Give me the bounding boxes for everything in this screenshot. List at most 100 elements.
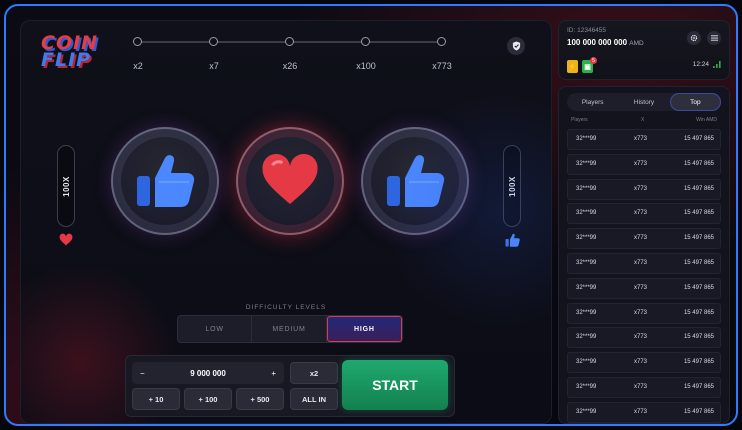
cell-x: x773 (634, 185, 648, 192)
cell-x: x773 (634, 309, 648, 316)
clock: 12:24 (692, 61, 709, 68)
cell-win: 15 497 865 (683, 235, 714, 242)
gear-icon (690, 34, 698, 42)
cell-player: 32***99 (576, 185, 597, 192)
heart-multiplier-meter: 100X (57, 145, 75, 227)
shield-icon (512, 41, 520, 51)
notification-badge: 5 (590, 57, 597, 64)
multiplier-dot (437, 37, 446, 46)
table-row: 32***99 x773 15 497 865 (567, 203, 721, 225)
multiplier-dot (133, 37, 142, 46)
cell-player: 32***99 (576, 334, 597, 341)
add-500-button[interactable]: + 500 (236, 388, 284, 410)
table-row: 32***99 x773 15 497 865 (567, 302, 721, 324)
cell-win: 15 497 865 (683, 359, 714, 366)
game-area: COIN FLIP x2 x7 x26 x100 x773 100X 100X (20, 20, 552, 424)
cell-x: x773 (634, 408, 648, 415)
cell-player: 32***99 (576, 136, 597, 142)
difficulty-high[interactable]: HIGH (326, 316, 402, 342)
table-row: 32***99 x773 15 497 865 (567, 377, 721, 398)
cell-x: x773 (634, 235, 648, 242)
add-10-button[interactable]: + 10 (132, 388, 180, 410)
multiplier-dot (361, 37, 370, 46)
cell-win: 15 497 865 (683, 334, 714, 341)
cell-win: 15 497 865 (683, 210, 714, 217)
cell-x: x773 (634, 136, 648, 142)
cell-player: 32***99 (576, 309, 597, 316)
tab-history[interactable]: History (618, 93, 669, 111)
multiplier-label: x100 (356, 61, 376, 71)
cell-x: x773 (634, 334, 648, 341)
side-panel: ID: 12346455 100 000 000 000 AMD ⚡ ▣ 5 1… (558, 20, 730, 424)
app-frame: COIN FLIP x2 x7 x26 x100 x773 100X 100X (4, 4, 738, 426)
cell-win: 15 497 865 (683, 309, 714, 316)
cell-win: 15 497 865 (683, 185, 714, 192)
thumbs-up-icon (137, 155, 195, 207)
coin-center[interactable] (236, 127, 344, 235)
increase-bet-button[interactable]: + (271, 369, 276, 378)
tab-players[interactable]: Players (567, 93, 618, 111)
difficulty-medium[interactable]: MEDIUM (252, 316, 327, 342)
thumbs-up-icon (387, 155, 445, 207)
bonus-icon[interactable]: ⚡ (567, 60, 578, 73)
multiplier-label: x26 (282, 61, 298, 71)
like-multiplier-meter: 100X (503, 145, 521, 227)
thumbs-up-icon (505, 233, 520, 250)
table-row: 32***99 x773 15 497 865 (567, 153, 721, 175)
heart-icon (59, 233, 73, 249)
cell-x: x773 (634, 359, 648, 366)
all-in-button[interactable]: ALL IN (290, 388, 338, 410)
leaderboard-tabs: Players History Top (567, 93, 721, 111)
logo: COIN FLIP (41, 32, 99, 71)
multiplier-label: x773 (432, 61, 452, 71)
multiplier-label: x2 (133, 61, 143, 71)
table-row: 32***99 x773 15 497 865 (567, 277, 721, 299)
cell-x: x773 (634, 284, 648, 291)
cell-player: 32***99 (576, 359, 597, 366)
account-card: ID: 12346455 100 000 000 000 AMD ⚡ ▣ 5 1… (558, 20, 730, 80)
signal-icon (713, 61, 721, 68)
user-id: ID: 12346455 (567, 27, 607, 34)
cell-win: 15 497 865 (683, 136, 714, 142)
cell-win: 15 497 865 (683, 260, 714, 266)
coin-left[interactable] (111, 127, 219, 235)
tab-top[interactable]: Top (669, 93, 721, 111)
difficulty-selector: LOW MEDIUM HIGH (177, 315, 403, 343)
double-bet-button[interactable]: x2 (290, 362, 338, 384)
fairness-button[interactable] (507, 37, 525, 55)
settings-button[interactable] (687, 31, 701, 45)
table-row: 32***99 x773 15 497 865 (567, 129, 721, 150)
balance: 100 000 000 000 AMD (567, 38, 644, 47)
start-button[interactable]: START (342, 360, 448, 410)
cell-win: 15 497 865 (683, 160, 714, 167)
menu-button[interactable] (707, 31, 721, 45)
table-row: 32***99 x773 15 497 865 (567, 228, 721, 250)
add-100-button[interactable]: + 100 (184, 388, 232, 410)
multiplier-dot (285, 37, 294, 46)
cell-player: 32***99 (576, 384, 597, 390)
cell-player: 32***99 (576, 408, 597, 415)
heart-icon (262, 153, 318, 204)
leaderboard: Players History Top Players X Win AMD 32… (558, 86, 730, 424)
bet-amount-stepper[interactable]: − 9 000 000 + (132, 362, 284, 384)
table-row: 32***99 x773 15 497 865 (567, 253, 721, 274)
table-row: 32***99 x773 15 497 865 (567, 178, 721, 200)
cell-x: x773 (634, 210, 648, 217)
difficulty-low[interactable]: LOW (178, 316, 253, 342)
cell-player: 32***99 (576, 284, 597, 291)
cell-player: 32***99 (576, 260, 597, 266)
cell-win: 15 497 865 (683, 384, 714, 390)
cell-x: x773 (634, 160, 648, 167)
cell-win: 15 497 865 (683, 284, 714, 291)
decrease-bet-button[interactable]: − (140, 369, 145, 378)
cell-x: x773 (634, 260, 648, 266)
bet-amount-value[interactable]: 9 000 000 (190, 369, 226, 378)
table-row: 32***99 x773 15 497 865 (567, 401, 721, 423)
coin-right[interactable] (361, 127, 469, 235)
cell-x: x773 (634, 384, 648, 390)
multiplier-dot (209, 37, 218, 46)
menu-icon (710, 35, 718, 41)
difficulty-label: DIFFICULTY LEVELS (245, 304, 327, 311)
cell-player: 32***99 (576, 235, 597, 242)
cell-win: 15 497 865 (683, 408, 714, 415)
